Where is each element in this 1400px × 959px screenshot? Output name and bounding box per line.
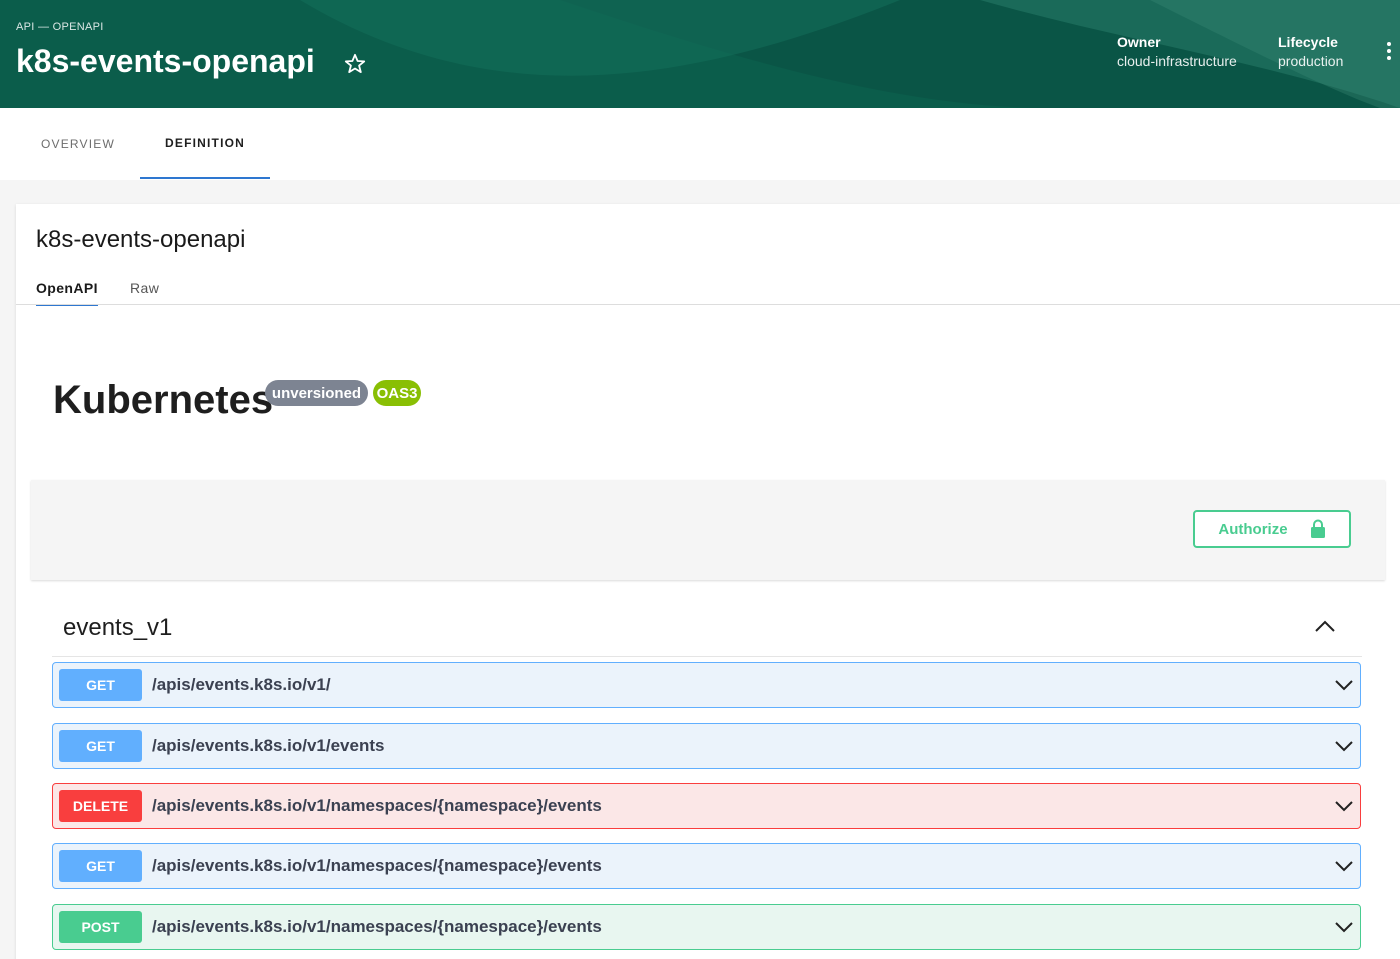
method-badge: POST <box>59 911 142 943</box>
oas-badge: OAS3 <box>373 380 421 406</box>
tab-overview[interactable]: OVERVIEW <box>16 108 140 179</box>
owner-label: Owner <box>1117 34 1161 50</box>
lifecycle-label: Lifecycle <box>1278 34 1338 50</box>
page-title: k8s-events-openapi <box>16 43 315 79</box>
chevron-down-icon[interactable] <box>1334 799 1354 813</box>
subtab-openapi[interactable]: OpenAPI <box>36 280 98 306</box>
method-badge: GET <box>59 669 142 701</box>
tab-definition[interactable]: DEFINITION <box>140 108 270 179</box>
method-badge: GET <box>59 730 142 762</box>
operation-get-events[interactable]: GET /apis/events.k8s.io/v1/events <box>52 723 1361 769</box>
authorize-button[interactable]: Authorize <box>1193 510 1351 548</box>
breadcrumb[interactable]: API — OPENAPI <box>16 21 104 33</box>
method-badge: GET <box>59 850 142 882</box>
chevron-down-icon[interactable] <box>1334 678 1354 692</box>
operation-path: /apis/events.k8s.io/v1/events <box>152 736 385 755</box>
operation-get-namespaced-events[interactable]: GET /apis/events.k8s.io/v1/namespaces/{n… <box>52 843 1361 889</box>
star-icon[interactable] <box>343 52 367 76</box>
chevron-down-icon[interactable] <box>1334 920 1354 934</box>
operation-path: /apis/events.k8s.io/v1/namespaces/{names… <box>152 796 602 815</box>
lifecycle-value: production <box>1278 53 1344 69</box>
tag-title[interactable]: events_v1 <box>63 614 172 642</box>
chevron-down-icon[interactable] <box>1334 859 1354 873</box>
operation-path: /apis/events.k8s.io/v1/ <box>152 675 331 694</box>
entity-header: API — OPENAPI k8s-events-openapi Owner c… <box>0 0 1400 108</box>
chevron-up-icon[interactable] <box>1314 616 1336 636</box>
chevron-down-icon[interactable] <box>1334 739 1354 753</box>
card-title: k8s-events-openapi <box>36 226 246 253</box>
lifecycle-meta: Lifecycle production <box>1278 34 1343 69</box>
entity-tabs: OVERVIEW DEFINITION <box>0 108 1400 180</box>
authorize-label: Authorize <box>1218 520 1288 538</box>
method-badge: DELETE <box>59 790 142 822</box>
operation-post-namespaced-events[interactable]: POST /apis/events.k8s.io/v1/namespaces/{… <box>52 904 1361 950</box>
tag-divider <box>52 656 1362 657</box>
owner-value[interactable]: cloud-infrastructure <box>1117 53 1237 69</box>
operation-path: /apis/events.k8s.io/v1/namespaces/{names… <box>152 917 602 936</box>
operation-get-root[interactable]: GET /apis/events.k8s.io/v1/ <box>52 662 1361 708</box>
subtab-raw[interactable]: Raw <box>130 280 159 296</box>
version-badge: unversioned <box>265 380 368 406</box>
owner-meta: Owner cloud-infrastructure <box>1117 34 1237 69</box>
operation-delete-namespaced-events[interactable]: DELETE /apis/events.k8s.io/v1/namespaces… <box>52 783 1361 829</box>
api-title: Kubernetes <box>53 378 274 422</box>
operation-path: /apis/events.k8s.io/v1/namespaces/{names… <box>152 856 602 875</box>
scheme-container: Authorize <box>31 480 1385 580</box>
lock-icon <box>1310 519 1325 538</box>
definition-card: k8s-events-openapi OpenAPI Raw Kubernete… <box>16 204 1400 959</box>
subtab-divider <box>16 304 1400 305</box>
more-vertical-icon[interactable] <box>1380 40 1398 64</box>
